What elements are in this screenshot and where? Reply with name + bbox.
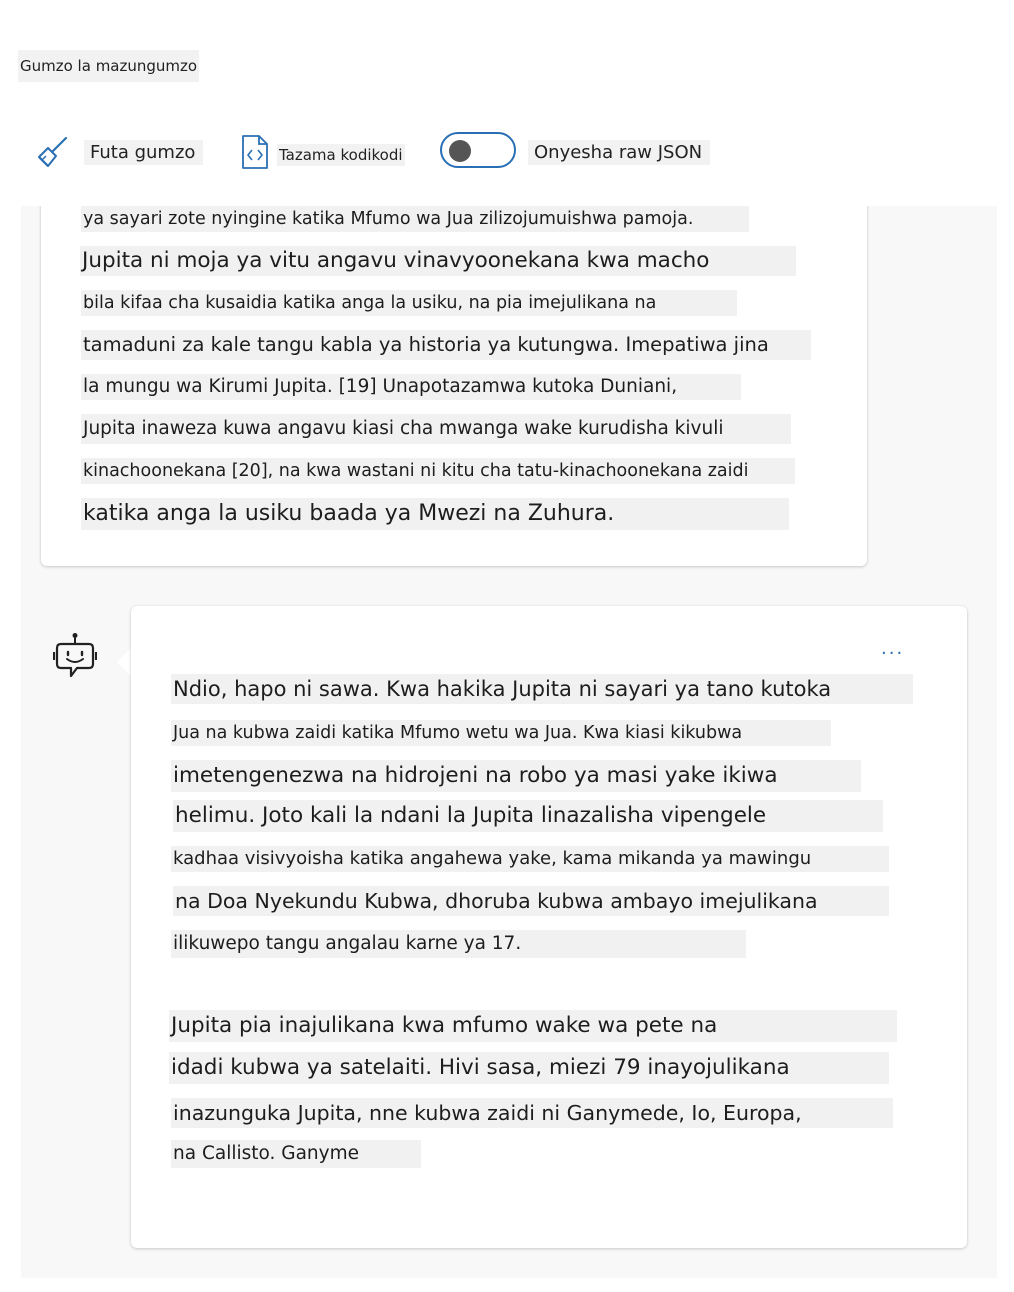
- clear-chat-button[interactable]: Futa gumzo: [84, 140, 204, 165]
- message-line: Jupita ni moja ya vitu angavu vinavyoone…: [80, 246, 796, 276]
- message-line: bila kifaa cha kusaidia katika anga la u…: [81, 290, 737, 316]
- message-line: Jupita pia inajulikana kwa mfumo wake wa…: [169, 1010, 897, 1042]
- message-line: na Doa Nyekundu Kubwa, dhoruba kubwa amb…: [173, 886, 889, 916]
- message-tail: [117, 648, 131, 676]
- message-line: Ndio, hapo ni sawa. Kwa hakika Jupita ni…: [171, 674, 913, 704]
- page-title: Gumzo la mazungumzo: [18, 50, 200, 82]
- message-line: idadi kubwa ya satelaiti. Hivi sasa, mie…: [169, 1052, 889, 1084]
- message-line: inazunguka Jupita, nne kubwa zaidi ni Ga…: [171, 1098, 893, 1128]
- raw-json-toggle[interactable]: [440, 132, 516, 168]
- message-line: Jua na kubwa zaidi katika Mfumo wetu wa …: [171, 720, 831, 746]
- message-line: la mungu wa Kirumi Jupita. [19] Unapotaz…: [81, 374, 741, 400]
- message-line: kadhaa visivyoisha katika angahewa yake,…: [171, 846, 889, 872]
- message-line: Jupita inaweza kuwa angavu kiasi cha mwa…: [81, 414, 791, 444]
- message-line: imetengenezwa na hidrojeni na robo ya ma…: [171, 760, 861, 792]
- more-icon[interactable]: ...: [881, 638, 904, 659]
- view-code-button[interactable]: Tazama kodikodi: [277, 144, 405, 166]
- bot-icon: [52, 632, 98, 688]
- message-line: helimu. Joto kali la ndani la Jupita lin…: [173, 800, 883, 832]
- code-file-icon[interactable]: [240, 134, 270, 174]
- message-line: kinachoonekana [20], na kwa wastani ni k…: [81, 458, 795, 484]
- toggle-knob: [449, 140, 471, 162]
- raw-json-label: Onyesha raw JSON: [528, 140, 711, 165]
- message-line: katika anga la usiku baada ya Mwezi na Z…: [81, 498, 789, 530]
- message-line: tamaduni za kale tangu kabla ya historia…: [81, 330, 811, 360]
- toolbar: Futa gumzo Tazama kodikodi Onyesha raw J…: [0, 130, 1014, 176]
- message-line: ya sayari zote nyingine katika Mfumo wa …: [81, 206, 749, 232]
- broom-icon[interactable]: [36, 136, 72, 174]
- message-line: na Callisto. Ganyme: [171, 1140, 421, 1168]
- chat-area[interactable]: ya sayari zote nyingine katika Mfumo wa …: [21, 206, 997, 1278]
- message-line: ilikuwepo tangu angalau karne ya 17.: [171, 930, 746, 958]
